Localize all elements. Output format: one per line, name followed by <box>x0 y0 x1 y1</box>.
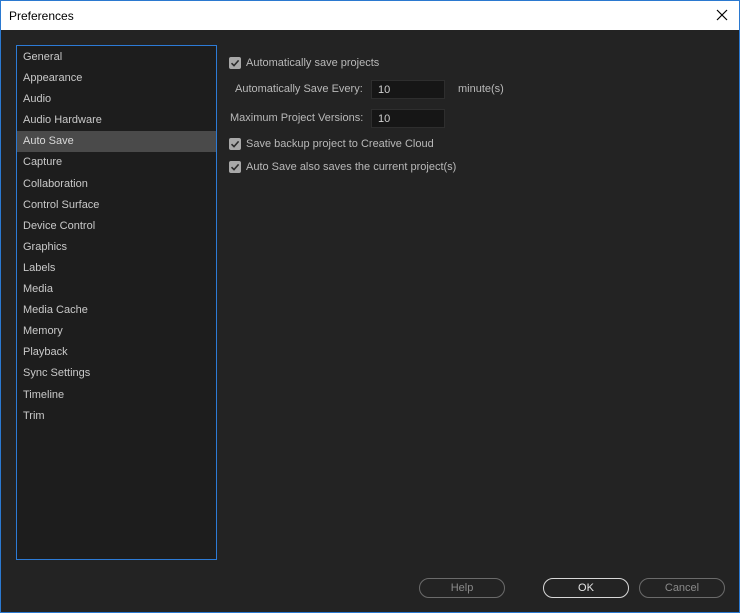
ok-button[interactable]: OK <box>543 578 629 598</box>
sidebar-item-trim[interactable]: Trim <box>17 406 216 427</box>
sidebar-item-media-cache[interactable]: Media Cache <box>17 300 216 321</box>
sidebar-item-timeline[interactable]: Timeline <box>17 385 216 406</box>
help-button[interactable]: Help <box>419 578 505 598</box>
dialog-content: General Appearance Audio Audio Hardware Auto… <box>1 30 739 612</box>
auto-save-projects-checkbox[interactable] <box>229 57 241 69</box>
cancel-button[interactable]: Cancel <box>639 578 725 598</box>
backup-cloud-checkbox-row[interactable]: Save backup project to Creative Cloud <box>229 136 434 152</box>
sidebar-item-control-surface[interactable]: Control Surface <box>17 195 216 216</box>
sidebar-item-audio-hardware[interactable]: Audio Hardware <box>17 110 216 131</box>
checkmark-icon <box>230 140 240 148</box>
title-bar: Preferences <box>1 1 739 30</box>
max-versions-input[interactable] <box>371 109 445 128</box>
backup-cloud-checkbox[interactable] <box>229 138 241 150</box>
close-button[interactable] <box>711 5 733 25</box>
max-versions-label: Maximum Project Versions: <box>230 112 364 124</box>
sidebar-item-labels[interactable]: Labels <box>17 258 216 279</box>
sidebar-item-capture[interactable]: Capture <box>17 152 216 173</box>
auto-save-projects-label: Automatically save projects <box>246 57 380 69</box>
checkmark-icon <box>230 163 240 171</box>
sidebar-item-collaboration[interactable]: Collaboration <box>17 174 216 195</box>
auto-save-projects-checkbox-row[interactable]: Automatically save projects <box>229 55 379 71</box>
save-every-unit: minute(s) <box>458 83 504 95</box>
backup-cloud-label: Save backup project to Creative Cloud <box>246 138 434 150</box>
sidebar-item-memory[interactable]: Memory <box>17 321 216 342</box>
saves-current-checkbox-row[interactable]: Auto Save also saves the current project… <box>229 159 456 175</box>
close-icon <box>716 9 728 21</box>
preferences-category-list: General Appearance Audio Audio Hardware Auto… <box>16 45 217 560</box>
saves-current-checkbox[interactable] <box>229 161 241 173</box>
sidebar-item-playback[interactable]: Playback <box>17 342 216 363</box>
window-title: Preferences <box>9 9 74 23</box>
save-every-input[interactable] <box>371 80 445 99</box>
sidebar-item-media[interactable]: Media <box>17 279 216 300</box>
sidebar-item-sync-settings[interactable]: Sync Settings <box>17 363 216 384</box>
sidebar-item-general[interactable]: General <box>17 47 216 68</box>
sidebar-item-audio[interactable]: Audio <box>17 89 216 110</box>
save-every-label: Automatically Save Every: <box>235 83 363 95</box>
sidebar-item-graphics[interactable]: Graphics <box>17 237 216 258</box>
saves-current-label: Auto Save also saves the current project… <box>246 161 457 173</box>
sidebar-item-appearance[interactable]: Appearance <box>17 68 216 89</box>
checkmark-icon <box>230 59 240 67</box>
preferences-dialog: Preferences General Appearance Audio Audio … <box>0 0 740 613</box>
sidebar-item-auto-save[interactable]: Auto Save <box>17 131 216 153</box>
sidebar-item-device-control[interactable]: Device Control <box>17 216 216 237</box>
sidebar-list: General Appearance Audio Audio Hardware Auto… <box>17 46 216 427</box>
